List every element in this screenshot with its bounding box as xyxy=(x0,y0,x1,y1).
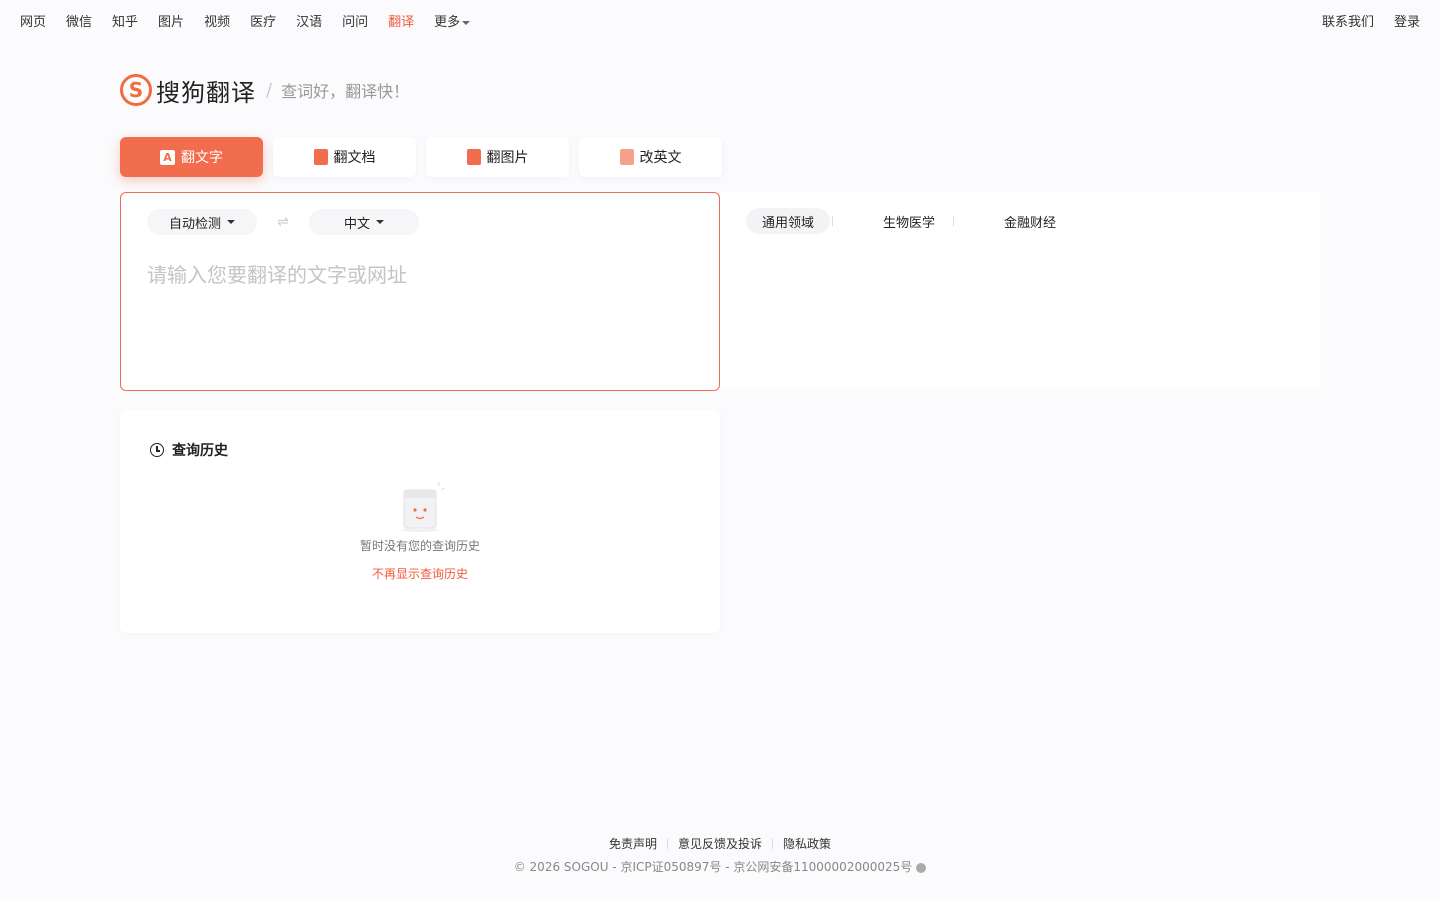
tab-translate-document[interactable]: 翻文档 xyxy=(273,137,416,177)
source-text-input[interactable] xyxy=(147,259,707,369)
image-icon xyxy=(466,149,481,165)
domain-general[interactable]: 通用领域 xyxy=(746,208,831,234)
edit-english-icon xyxy=(619,149,634,165)
document-icon xyxy=(313,149,328,165)
copyright-line: © 2026 SOGOU - 京ICP证050897号 - 京公网安备11000… xyxy=(0,858,1440,875)
brand-name[interactable]: 搜狗翻译 xyxy=(156,73,256,108)
empty-history-text: 暂时没有您的查询历史 xyxy=(359,539,480,553)
tab-label: 改英文 xyxy=(639,150,682,166)
police-badge-icon xyxy=(916,862,927,873)
source-language-label: 自动检测 xyxy=(168,216,221,232)
translation-mode-tabs: A 翻文字 翻文档 翻图片 改英文 xyxy=(120,137,732,177)
logo-letter: S xyxy=(128,78,144,102)
brand-header: S 搜狗翻译 / 查词好，翻译快！ xyxy=(120,72,409,108)
disclaimer-link[interactable]: 免责声明 xyxy=(599,835,667,852)
tab-translate-text[interactable]: A 翻文字 xyxy=(120,137,263,177)
history-header: 查询历史 xyxy=(150,440,228,460)
brand-slogan: 查词好，翻译快！ xyxy=(281,82,410,101)
feedback-link[interactable]: 意见反馈及投诉 xyxy=(668,835,772,852)
tab-label: 翻文档 xyxy=(333,150,376,166)
copyright-text: © 2026 SOGOU - 京ICP证050897号 - 京公网安备11000… xyxy=(513,860,913,874)
divider xyxy=(832,216,834,226)
tab-label: 翻图片 xyxy=(486,150,529,166)
tab-edit-english[interactable]: 改英文 xyxy=(579,137,722,177)
footer-links: 免责声明 意见反馈及投诉 隐私政策 xyxy=(0,835,1440,852)
nav-images[interactable]: 图片 xyxy=(158,14,184,32)
tab-translate-image[interactable]: 翻图片 xyxy=(426,137,569,177)
nav-more[interactable]: 更多 xyxy=(434,14,471,32)
translation-result-panel: 通用领域 生物医学 金融财经 xyxy=(720,192,1320,389)
caret-down-icon xyxy=(376,220,384,224)
swap-languages-icon[interactable]: ⇌ xyxy=(257,214,309,230)
sogou-logo-icon[interactable]: S xyxy=(120,74,152,106)
source-text-panel: 自动检测 ⇌ 中文 xyxy=(120,192,720,391)
domain-biomedical[interactable]: 生物医学 xyxy=(867,208,951,234)
top-navigation: 网页 微信 知乎 图片 视频 医疗 汉语 问问 翻译 更多 联系我们 登录 xyxy=(0,0,1440,46)
domain-selector: 通用领域 生物医学 金融财经 xyxy=(746,208,1072,234)
source-language-dropdown[interactable]: 自动检测 xyxy=(147,209,257,235)
nav-video[interactable]: 视频 xyxy=(204,14,230,32)
contact-us-link[interactable]: 联系我们 xyxy=(1322,14,1374,32)
nav-weixin[interactable]: 微信 xyxy=(66,14,92,32)
query-history-card: 查询历史 暂时没有您的查询历史 不再显示查询历史 xyxy=(120,410,720,633)
history-title: 查询历史 xyxy=(172,443,228,459)
tab-label: 翻文字 xyxy=(181,150,223,166)
language-selector: 自动检测 ⇌ 中文 xyxy=(147,209,419,235)
account-links: 联系我们 登录 xyxy=(1302,14,1420,32)
hide-history-link[interactable]: 不再显示查询历史 xyxy=(120,565,720,582)
text-translate-icon: A xyxy=(160,149,175,165)
nav-zhihu[interactable]: 知乎 xyxy=(112,14,138,32)
product-links: 网页 微信 知乎 图片 视频 医疗 汉语 问问 翻译 更多 xyxy=(20,14,490,32)
privacy-policy-link[interactable]: 隐私政策 xyxy=(773,835,841,852)
clock-icon xyxy=(150,443,164,457)
nav-hanyu[interactable]: 汉语 xyxy=(296,14,322,32)
nav-medical[interactable]: 医疗 xyxy=(250,14,276,32)
empty-history-illustration xyxy=(402,482,446,532)
target-language-label: 中文 xyxy=(343,216,370,232)
nav-more-label: 更多 xyxy=(434,15,461,30)
footer: 免责声明 意见反馈及投诉 隐私政策 © 2026 SOGOU - 京ICP证05… xyxy=(0,835,1440,875)
nav-web[interactable]: 网页 xyxy=(20,14,46,32)
caret-down-icon xyxy=(227,220,235,224)
target-language-dropdown[interactable]: 中文 xyxy=(309,209,419,235)
login-link[interactable]: 登录 xyxy=(1394,14,1420,32)
nav-wenwen[interactable]: 问问 xyxy=(342,14,368,32)
brand-separator: / xyxy=(266,79,273,101)
nav-translate[interactable]: 翻译 xyxy=(388,14,414,32)
domain-finance[interactable]: 金融财经 xyxy=(988,208,1072,234)
caret-down-icon xyxy=(462,20,471,25)
divider xyxy=(953,216,955,226)
